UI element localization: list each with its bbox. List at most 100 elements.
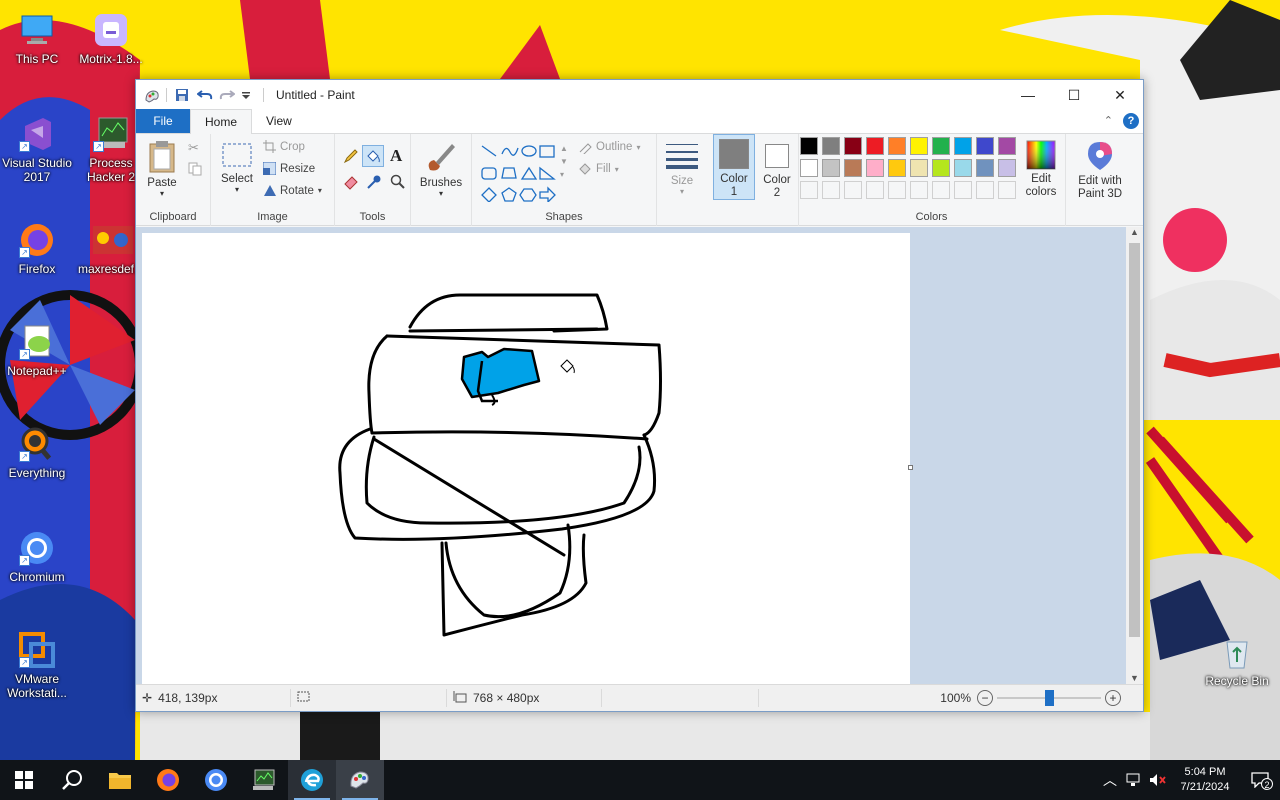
canvas-resize-handle[interactable]	[908, 465, 913, 470]
clock[interactable]: 5:04 PM 7/21/2024	[1170, 765, 1240, 795]
palette-swatch[interactable]	[844, 181, 862, 199]
palette-swatch[interactable]	[866, 137, 884, 155]
minimize-button[interactable]: —	[1005, 80, 1051, 110]
taskbar-firefox[interactable]	[144, 760, 192, 800]
taskbar-chromium[interactable]	[192, 760, 240, 800]
outline-button[interactable]: Outline ▾	[578, 140, 640, 154]
redo-icon[interactable]	[219, 88, 236, 102]
scrollbar-thumb[interactable]	[1129, 243, 1140, 637]
desktop-icon-label: Chromium	[9, 570, 65, 584]
paint-app-icon[interactable]	[144, 88, 159, 103]
crop-button[interactable]: Crop	[263, 140, 305, 153]
desktop-icon-everything[interactable]: ↗ Everything	[1, 426, 73, 480]
zoom-slider-thumb[interactable]	[1044, 690, 1054, 706]
edit-colors-button[interactable]: Edit colors	[1021, 140, 1061, 199]
edit-with-paint3d-button[interactable]: Edit with Paint 3D	[1070, 140, 1130, 201]
palette-swatch[interactable]	[844, 159, 862, 177]
brushes-button[interactable]: Brushes ▾	[416, 140, 466, 198]
zoom-slider[interactable]	[997, 690, 1101, 706]
palette-swatch[interactable]	[910, 159, 928, 177]
rotate-icon	[264, 185, 276, 196]
color-picker-icon[interactable]	[366, 174, 382, 193]
color2-button[interactable]: Color 2	[758, 134, 796, 200]
cut-icon[interactable]: ✂	[188, 140, 199, 156]
palette-swatch[interactable]	[800, 159, 818, 177]
tab-home[interactable]: Home	[190, 109, 253, 134]
desktop-icon-notepadpp[interactable]: ↗ Notepad++	[1, 324, 73, 378]
fill-button[interactable]: Fill ▾	[578, 162, 619, 176]
palette-swatch[interactable]	[932, 159, 950, 177]
select-button[interactable]: Select ▾	[217, 140, 257, 194]
resize-button[interactable]: Resize	[263, 162, 315, 175]
palette-swatch[interactable]	[866, 181, 884, 199]
volume-muted-icon[interactable]	[1146, 773, 1170, 787]
palette-swatch[interactable]	[800, 181, 818, 199]
palette-swatch[interactable]	[822, 181, 840, 199]
taskbar-paint[interactable]	[336, 760, 384, 800]
palette-swatch[interactable]	[888, 181, 906, 199]
drawing-canvas[interactable]	[142, 233, 910, 685]
palette-swatch[interactable]	[976, 159, 994, 177]
show-hidden-icons-icon[interactable]: ︿	[1098, 770, 1122, 790]
palette-swatch[interactable]	[998, 159, 1016, 177]
size-button[interactable]: Size ▾	[662, 140, 702, 196]
taskbar-file-explorer[interactable]	[96, 760, 144, 800]
palette-swatch[interactable]	[932, 137, 950, 155]
vertical-scrollbar[interactable]: ▲ ▼	[1126, 227, 1143, 685]
collapse-ribbon-icon[interactable]: ⌃	[1104, 114, 1113, 127]
network-icon[interactable]	[1122, 773, 1146, 787]
help-icon[interactable]: ?	[1123, 113, 1139, 129]
palette-swatch[interactable]	[844, 137, 862, 155]
palette-swatch[interactable]	[822, 159, 840, 177]
search-button[interactable]	[48, 760, 96, 800]
palette-swatch[interactable]	[822, 137, 840, 155]
taskbar-edge[interactable]	[288, 760, 336, 800]
palette-swatch[interactable]	[954, 181, 972, 199]
tab-file[interactable]: File	[136, 109, 190, 133]
desktop-icon-chromium[interactable]: ↗ Chromium	[1, 530, 73, 584]
undo-icon[interactable]	[196, 88, 213, 102]
desktop-icon-motrix[interactable]: Motrix-1.8...	[75, 12, 147, 66]
color1-button[interactable]: Color 1	[713, 134, 755, 200]
image-group-label: Image	[257, 211, 288, 223]
palette-swatch[interactable]	[998, 181, 1016, 199]
desktop-icon-recycle-bin[interactable]: Recycle Bin	[1201, 634, 1273, 688]
zoom-in-icon[interactable]: +	[1105, 690, 1121, 706]
palette-swatch[interactable]	[932, 181, 950, 199]
close-button[interactable]: ✕	[1097, 80, 1143, 110]
palette-swatch[interactable]	[954, 159, 972, 177]
palette-swatch[interactable]	[888, 137, 906, 155]
palette-swatch[interactable]	[800, 137, 818, 155]
desktop-icon-firefox[interactable]: ↗ Firefox	[1, 222, 73, 276]
palette-swatch[interactable]	[976, 181, 994, 199]
palette-swatch[interactable]	[998, 137, 1016, 155]
start-button[interactable]	[0, 760, 48, 800]
palette-swatch[interactable]	[976, 137, 994, 155]
customize-quick-access-icon[interactable]	[241, 88, 255, 102]
magnifier-icon[interactable]	[390, 174, 406, 193]
action-center-button[interactable]: 2	[1240, 772, 1280, 790]
copy-icon[interactable]	[188, 162, 202, 179]
zoom-out-icon[interactable]: −	[977, 690, 993, 706]
palette-swatch[interactable]	[910, 181, 928, 199]
palette-swatch[interactable]	[910, 137, 928, 155]
desktop-icon-vmware[interactable]: ↗ VMware Workstati...	[1, 632, 73, 700]
rotate-button[interactable]: Rotate ▾	[263, 184, 322, 197]
palette-swatch[interactable]	[888, 159, 906, 177]
paste-button[interactable]: Paste ▾	[142, 140, 182, 198]
shapes-gallery[interactable]	[480, 142, 564, 202]
palette-swatch[interactable]	[866, 159, 884, 177]
shapes-scroll-icon[interactable]: ▲ ▼ ▾	[560, 142, 568, 181]
pencil-icon[interactable]	[343, 148, 359, 167]
save-icon[interactable]	[175, 88, 189, 102]
text-icon[interactable]: A	[390, 146, 402, 166]
tab-view[interactable]: View	[252, 109, 306, 133]
desktop-icon-this-pc[interactable]: This PC	[1, 12, 73, 66]
taskbar-process-hacker[interactable]	[240, 760, 288, 800]
fill-icon[interactable]	[362, 145, 384, 167]
desktop-icon-visual-studio[interactable]: ↗ Visual Studio 2017	[1, 116, 73, 184]
desktop-icon-label: Motrix-1.8...	[79, 52, 143, 66]
eraser-icon[interactable]	[343, 174, 359, 193]
maximize-button[interactable]: ☐	[1051, 80, 1097, 110]
palette-swatch[interactable]	[954, 137, 972, 155]
